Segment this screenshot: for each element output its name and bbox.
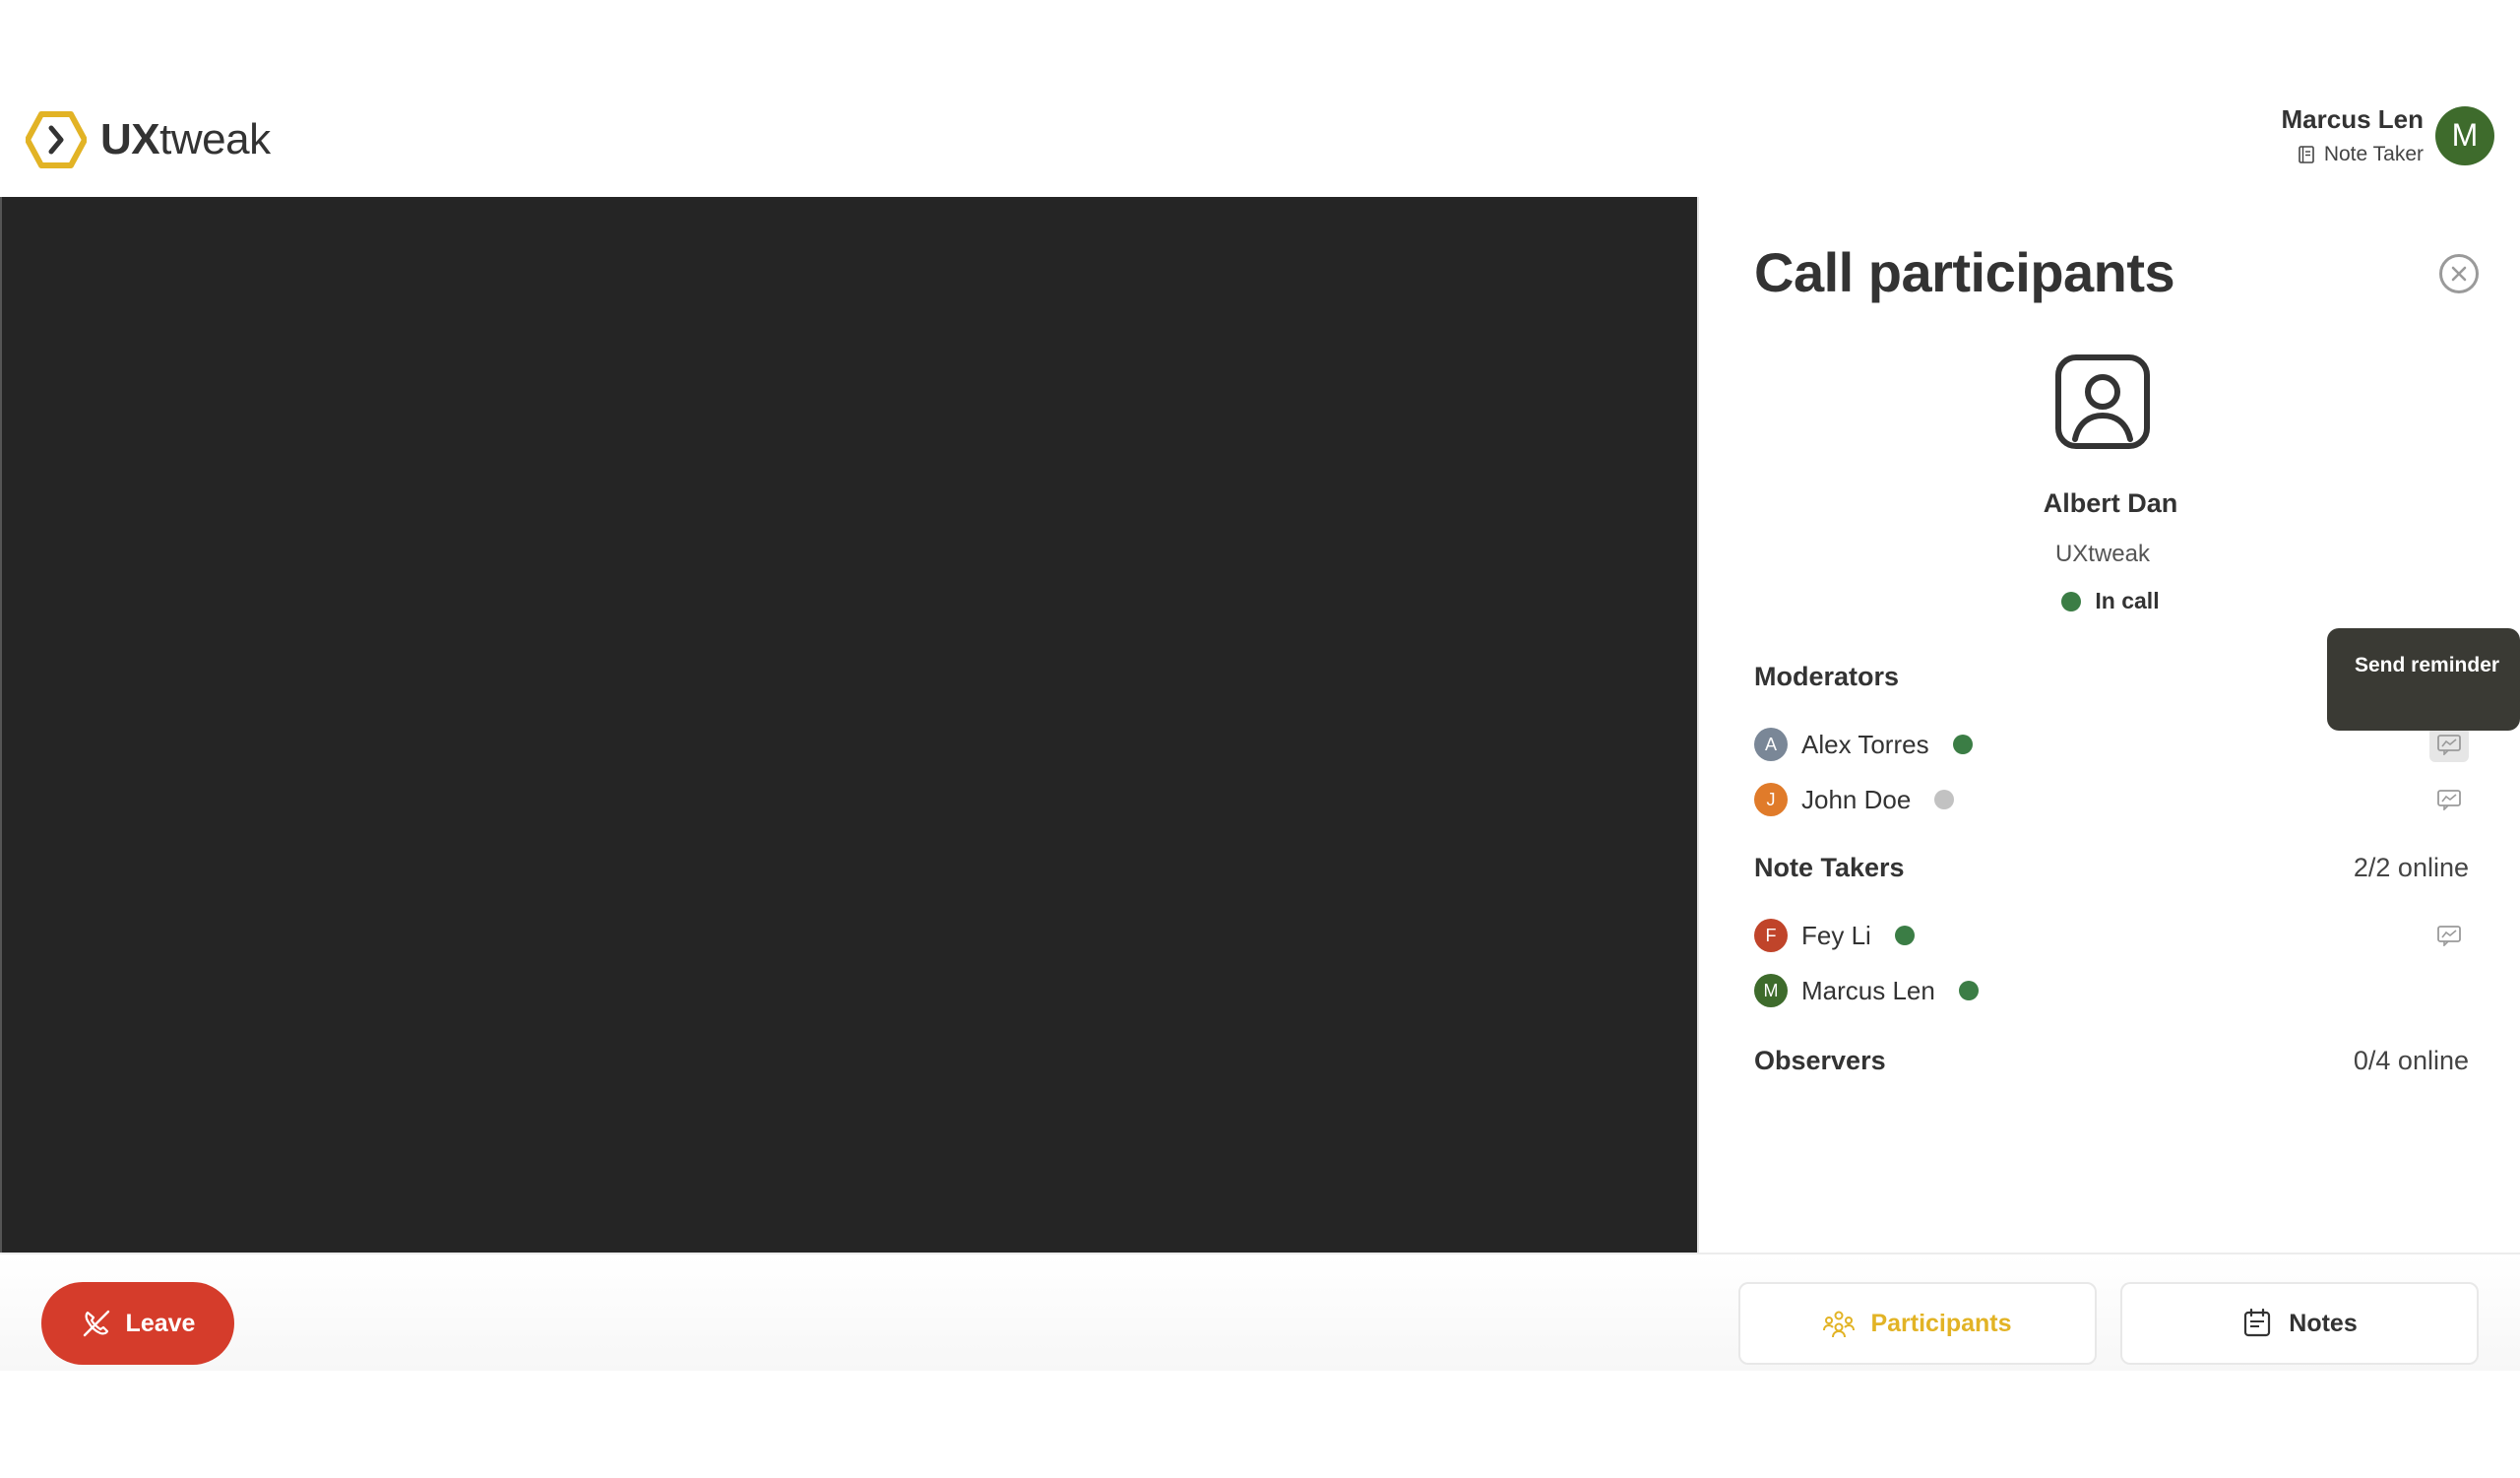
status-online-dot: [2061, 591, 2082, 611]
participants-tab-label: Participants: [1870, 1309, 2012, 1337]
reminder-message-icon: [2437, 926, 2461, 946]
send-reminder-button[interactable]: [2429, 782, 2469, 817]
user-menu[interactable]: Marcus Len Note Taker M: [2282, 104, 2494, 166]
user-role-label: Note Taker: [2323, 143, 2424, 165]
close-panel-button[interactable]: [2439, 254, 2479, 293]
user-avatar[interactable]: M: [2435, 105, 2494, 165]
reminder-message-icon: [2437, 790, 2461, 810]
participant-avatar: A: [1754, 728, 1788, 761]
notes-tab-label: Notes: [2289, 1309, 2358, 1337]
send-reminder-button[interactable]: [2429, 918, 2469, 953]
participant-avatar: J: [1754, 783, 1788, 816]
participant-avatar: M: [1754, 974, 1788, 1007]
app-header: UXtweak Marcus Len Note Taker M: [0, 0, 2520, 197]
status-offline-dot: [1934, 790, 1955, 809]
notes-tab-button[interactable]: Notes: [2120, 1282, 2479, 1365]
user-profile-icon: [2055, 354, 2150, 449]
status-online-dot: [1952, 735, 1973, 754]
panel-title: Call participants: [1754, 241, 2175, 303]
note-takers-count: 2/2 online: [2353, 853, 2469, 882]
participants-panel: Call participants Albert Dan UXtweak In …: [1697, 197, 2520, 1253]
leave-call-button[interactable]: Leave: [41, 1282, 234, 1365]
participant-name: John Doe: [1801, 784, 1912, 814]
notes-icon: [2244, 1308, 2271, 1337]
call-controls-bar: Leave Participants Notes: [0, 1253, 2520, 1371]
participants-tab-button[interactable]: Participants: [1738, 1282, 2097, 1365]
moderators-heading: Moderators: [1754, 662, 1900, 691]
participant-row: J John Doe: [1754, 782, 1955, 817]
close-icon: [2451, 266, 2467, 282]
status-online-dot: [1894, 926, 1915, 945]
leave-label: Leave: [125, 1309, 196, 1337]
uxtweak-logo[interactable]: UXtweak: [26, 110, 271, 169]
observers-count: 0/4 online: [2353, 1046, 2469, 1075]
notebook-icon: [2299, 146, 2314, 163]
user-info: Marcus Len Note Taker: [2282, 104, 2425, 166]
hang-up-phone-icon: [83, 1310, 109, 1337]
reminder-message-icon: [2437, 735, 2461, 755]
respondent-card: Albert Dan UXtweak In call: [1699, 353, 2520, 614]
observers-heading: Observers: [1754, 1046, 1886, 1075]
participant-name: Alex Torres: [1801, 729, 1929, 759]
user-role: Note Taker: [2282, 143, 2424, 166]
respondent-status: In call: [1699, 588, 2520, 614]
participants-icon: [1823, 1311, 1856, 1338]
note-takers-heading: Note Takers: [1754, 853, 1905, 882]
participant-avatar: F: [1754, 919, 1788, 952]
user-name: Marcus Len: [2281, 104, 2425, 134]
status-online-dot: [1958, 981, 1979, 1000]
send-reminder-tooltip: Send reminder: [2327, 628, 2520, 731]
participant-name: Fey Li: [1801, 920, 1871, 950]
logo-text: UXtweak: [100, 115, 271, 163]
participant-row: F Fey Li: [1754, 918, 1915, 953]
respondent-status-label: In call: [2095, 588, 2160, 613]
participant-name: Marcus Len: [1801, 975, 1935, 1005]
send-reminder-button[interactable]: [2429, 727, 2469, 762]
logo-hexagon-icon: [26, 111, 87, 168]
participant-row: M Marcus Len: [1754, 973, 1979, 1008]
participant-row: A Alex Torres: [1754, 727, 1973, 762]
respondent-name: Albert Dan: [2043, 488, 2178, 518]
video-area: [0, 197, 1697, 1253]
respondent-org: UXtweak: [2054, 541, 2151, 567]
